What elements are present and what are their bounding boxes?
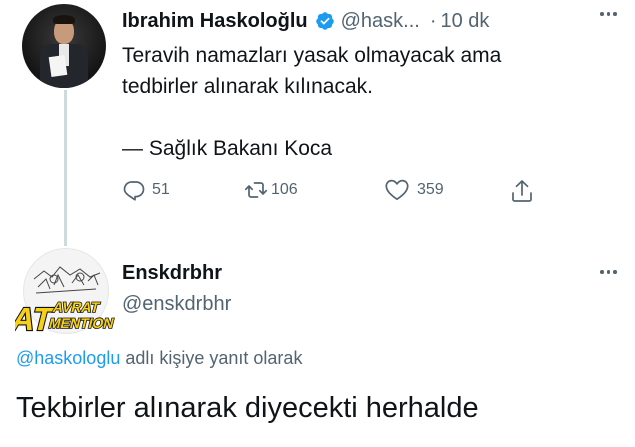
avatar-figure-paper <box>48 54 68 78</box>
reply-avatar[interactable]: AT AVRAT MENTION <box>15 248 115 336</box>
tweet-header: Ibrahim Haskoloğlu @hask... · 10 dk <box>122 8 621 34</box>
reply-author-handle[interactable]: @enskdrbhr <box>122 293 231 316</box>
tweet-actions: 51 106 359 <box>122 178 542 208</box>
share-button[interactable] <box>510 178 534 204</box>
like-button[interactable]: 359 <box>384 178 444 202</box>
tweet-text: Teravih namazları yasak olmayacak ama te… <box>122 44 502 160</box>
reply-count: 51 <box>152 181 170 198</box>
avatar-figure-hair <box>53 15 75 24</box>
replying-to-line: @haskologlu adlı kişiye yanıt olarak <box>16 348 302 369</box>
reply-button[interactable]: 51 <box>122 178 170 202</box>
separator-dot: · <box>429 9 437 32</box>
thread-connector-line <box>64 90 67 246</box>
share-icon <box>512 180 532 202</box>
logo-line1-text: AVRAT <box>51 300 101 316</box>
reply-author-name[interactable]: Enskdrbhr <box>122 262 222 285</box>
reply-tweet-text: Tekbirler alınarak diyecekti herhalde <box>16 392 479 424</box>
tweet-time[interactable]: 10 dk <box>440 10 489 33</box>
logo-line2-text: MENTION <box>47 316 115 332</box>
author-handle[interactable]: @hask... <box>341 10 420 33</box>
avratmention-logo: AT AVRAT MENTION <box>15 299 115 336</box>
reply-icon <box>123 181 145 201</box>
like-count: 359 <box>417 181 444 198</box>
reply-to-suffix: adlı kişiye yanıt olarak <box>125 348 303 368</box>
author-name[interactable]: Ibrahim Haskoloğlu <box>122 10 308 33</box>
retweet-icon <box>244 182 268 198</box>
avatar[interactable] <box>22 4 106 88</box>
retweet-count: 106 <box>271 181 298 198</box>
heart-icon <box>385 179 409 201</box>
reply-to-mention-link[interactable]: @haskologlu <box>16 348 120 368</box>
retweet-button[interactable]: 106 <box>244 178 298 202</box>
more-options-icon[interactable] <box>600 12 617 16</box>
verified-badge-icon <box>315 12 334 30</box>
reply-more-options-icon[interactable] <box>600 270 617 274</box>
